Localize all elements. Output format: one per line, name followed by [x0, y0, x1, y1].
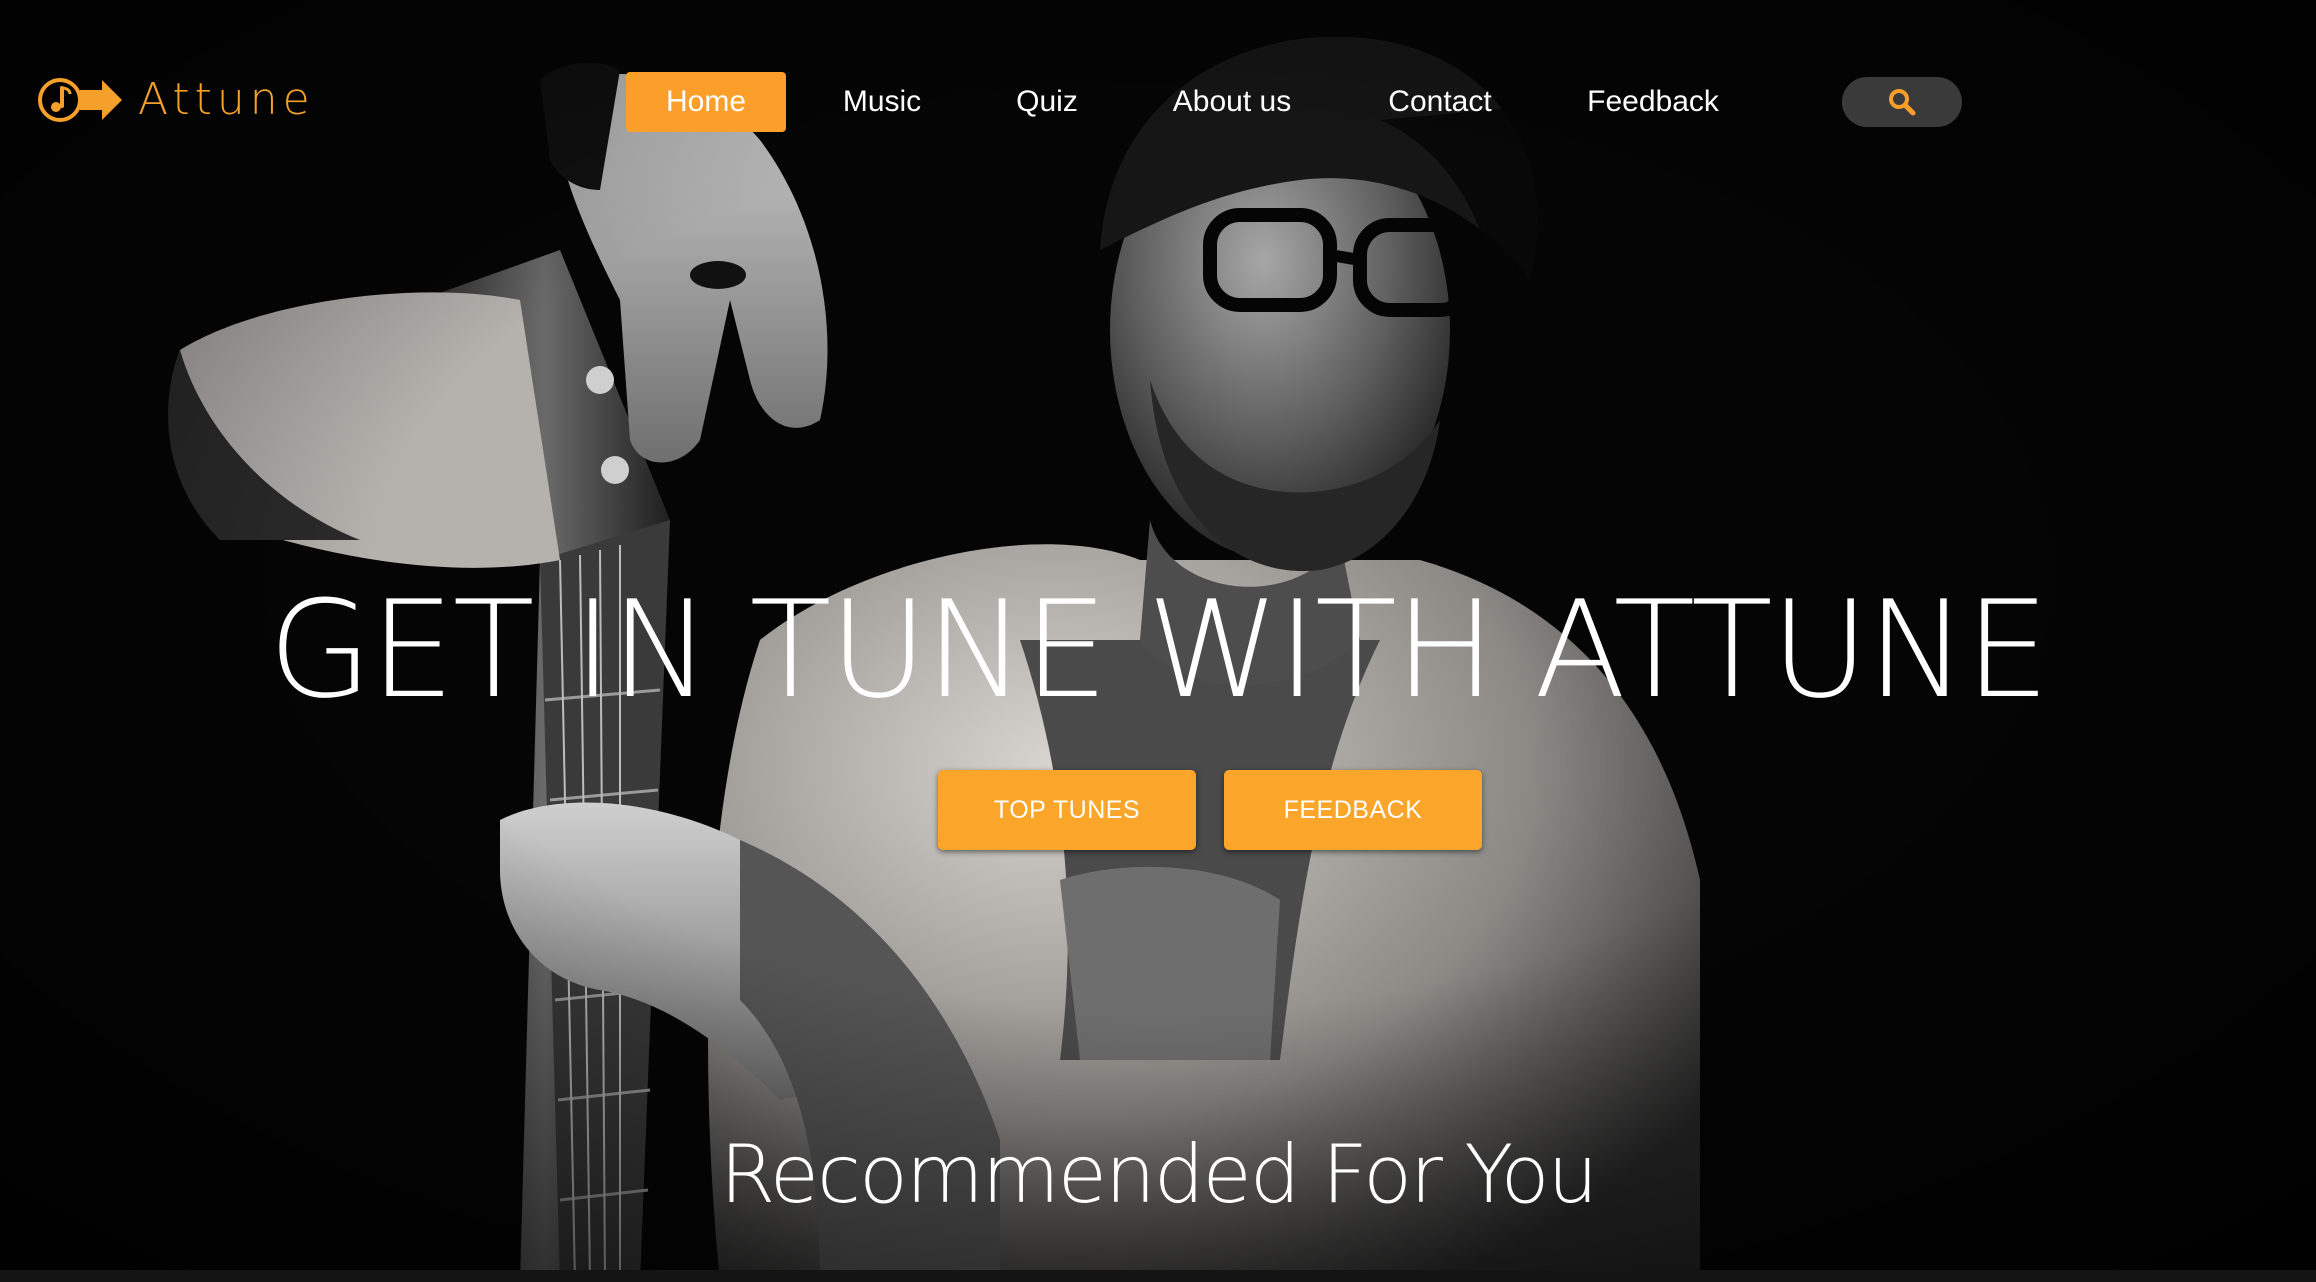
feedback-button[interactable]: FEEDBACK: [1224, 770, 1482, 850]
nav-item-home[interactable]: Home: [626, 72, 786, 132]
search-icon: [1889, 89, 1916, 116]
recommended-section-title: Recommended For You: [719, 1128, 1598, 1221]
nav-item-contact[interactable]: Contact: [1372, 72, 1508, 132]
nav-item-feedback[interactable]: Feedback: [1570, 72, 1736, 132]
nav-item-quiz[interactable]: Quiz: [998, 72, 1096, 132]
main-nav: Home Music Quiz About us Contact Feedbac…: [0, 0, 2316, 160]
nav-item-music[interactable]: Music: [820, 72, 944, 132]
hero-headline: GET IN TUNE WITH ATTUNE: [268, 572, 2050, 728]
landing-page: Attune Home Music Quiz About us Contact …: [0, 0, 2316, 1282]
top-tunes-button[interactable]: TOP TUNES: [938, 770, 1196, 850]
search-button[interactable]: [1842, 77, 1962, 127]
nav-item-about-us[interactable]: About us: [1160, 72, 1304, 132]
bottom-edge: [0, 1270, 2316, 1282]
